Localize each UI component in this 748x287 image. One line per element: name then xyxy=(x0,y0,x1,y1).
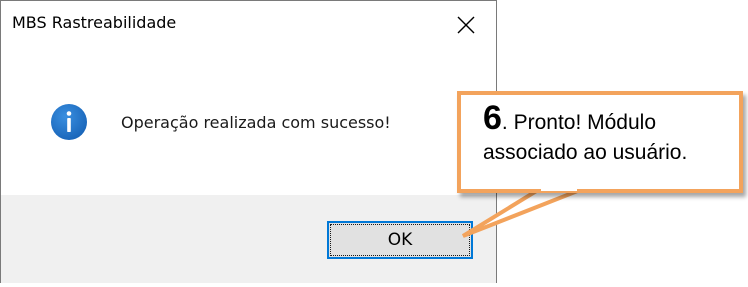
dialog-message: Operação realizada com sucesso! xyxy=(121,113,391,132)
callout-annotation: 6. Pronto! Módulo associado ao usuário. xyxy=(457,91,743,193)
callout-step-number: 6 xyxy=(483,99,502,137)
close-button[interactable] xyxy=(436,1,496,49)
close-icon xyxy=(457,16,475,34)
stage: MBS Rastreabilidade Operação realizada c… xyxy=(0,0,748,287)
callout-text-line1: . Pronto! Módulo xyxy=(501,111,657,134)
dialog-content: Operação realizada com sucesso! xyxy=(1,49,496,195)
title-bar: MBS Rastreabilidade xyxy=(1,1,496,49)
dialog-footer: OK xyxy=(1,195,496,283)
message-dialog: MBS Rastreabilidade Operação realizada c… xyxy=(0,0,497,283)
ok-button[interactable]: OK xyxy=(327,221,473,259)
dialog-title: MBS Rastreabilidade xyxy=(12,13,177,32)
callout-text-line2: associado ao usuário. xyxy=(483,141,688,164)
info-icon xyxy=(51,104,87,140)
